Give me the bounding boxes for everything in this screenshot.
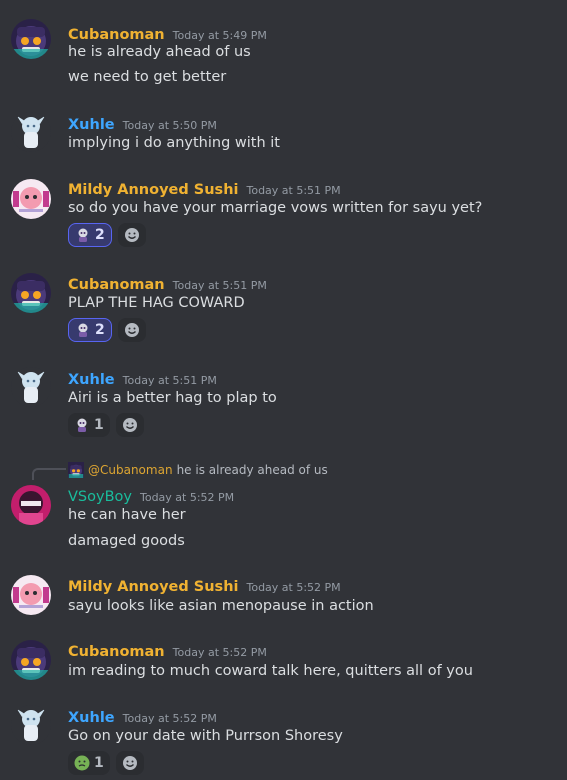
message-text: damaged goods: [68, 533, 185, 549]
username[interactable]: Cubanoman: [68, 277, 165, 293]
reaction-count: 2: [95, 322, 105, 338]
reply-avatar: [68, 462, 84, 478]
reply-spine: [32, 468, 66, 480]
smiley-icon: [122, 756, 137, 770]
message-text: he is already ahead of us: [68, 44, 251, 60]
timestamp: Today at 5:49 PM: [172, 29, 267, 42]
add-reaction-button[interactable]: [117, 223, 146, 247]
user-avatar[interactable]: [11, 705, 51, 745]
timestamp: Today at 5:51 PM: [122, 374, 217, 387]
message-text: sayu looks like asian menopause in actio…: [68, 598, 374, 614]
message-text: PLAP THE HAG COWARD: [68, 295, 245, 311]
user-avatar[interactable]: [11, 273, 51, 313]
username[interactable]: Mildy Annoyed Sushi: [68, 182, 238, 198]
timestamp: Today at 5:51 PM: [246, 184, 341, 197]
sayu-emoji-icon: [74, 417, 90, 433]
reply-mention[interactable]: @Cubanoman: [88, 463, 173, 477]
reactions: 2: [68, 223, 146, 247]
username[interactable]: Xuhle: [68, 710, 115, 726]
reply-preview[interactable]: @Cubanoman he is already ahead of us: [68, 462, 328, 478]
message-text: Go on your date with Purrson Shoresy: [68, 728, 343, 744]
message-header: Xuhle Today at 5:52 PM: [68, 707, 217, 726]
reaction-sayu[interactable]: 2: [68, 223, 112, 247]
reply-text: he is already ahead of us: [176, 463, 328, 477]
username[interactable]: Cubanoman: [68, 644, 165, 660]
message-text: he can have her: [68, 507, 186, 523]
message-header: VSoyBoy Today at 5:52 PM: [68, 486, 234, 505]
add-reaction-button[interactable]: [115, 751, 144, 775]
message-text: implying i do anything with it: [68, 135, 280, 151]
message-header: Xuhle Today at 5:50 PM: [68, 114, 217, 133]
message-header: Xuhle Today at 5:51 PM: [68, 369, 217, 388]
message-header: Cubanoman Today at 5:52 PM: [68, 641, 267, 660]
user-avatar[interactable]: [11, 112, 51, 152]
sayu-emoji-icon: [75, 322, 91, 338]
reaction-count: 2: [95, 227, 105, 243]
timestamp: Today at 5:52 PM: [172, 646, 267, 659]
message-text: im reading to much coward talk here, qui…: [68, 663, 473, 679]
message-text: Airi is a better hag to plap to: [68, 390, 277, 406]
timestamp: Today at 5:52 PM: [246, 581, 341, 594]
reaction-sayu[interactable]: 1: [68, 413, 110, 437]
user-avatar[interactable]: [11, 575, 51, 615]
user-avatar[interactable]: [11, 640, 51, 680]
reaction-nauseated[interactable]: 1: [68, 751, 110, 775]
timestamp: Today at 5:51 PM: [172, 279, 267, 292]
user-avatar[interactable]: [11, 367, 51, 407]
smiley-icon: [122, 418, 137, 432]
message-header: Cubanoman Today at 5:49 PM: [68, 24, 267, 43]
reactions: 2: [68, 318, 146, 342]
username[interactable]: Mildy Annoyed Sushi: [68, 579, 238, 595]
timestamp: Today at 5:52 PM: [139, 491, 235, 504]
smiley-icon: [124, 323, 139, 337]
message-header: Mildy Annoyed Sushi Today at 5:52 PM: [68, 576, 341, 595]
message-header: Cubanoman Today at 5:51 PM: [68, 274, 267, 293]
username[interactable]: Xuhle: [68, 372, 115, 388]
user-avatar[interactable]: [11, 485, 51, 525]
reactions: 1: [68, 751, 144, 775]
username[interactable]: Cubanoman: [68, 27, 165, 43]
user-avatar[interactable]: [11, 19, 51, 59]
timestamp: Today at 5:50 PM: [122, 119, 217, 132]
timestamp: Today at 5:52 PM: [122, 712, 217, 725]
sayu-emoji-icon: [75, 227, 91, 243]
reaction-sayu[interactable]: 2: [68, 318, 112, 342]
reaction-count: 1: [94, 417, 104, 433]
message-text: so do you have your marriage vows writte…: [68, 200, 483, 216]
username[interactable]: VSoyBoy: [68, 489, 132, 505]
message-header: Mildy Annoyed Sushi Today at 5:51 PM: [68, 179, 341, 198]
username[interactable]: Xuhle: [68, 117, 115, 133]
add-reaction-button[interactable]: [117, 318, 146, 342]
user-avatar[interactable]: [11, 179, 51, 219]
nauseated-face-icon: [74, 755, 90, 771]
add-reaction-button[interactable]: [115, 413, 144, 437]
smiley-icon: [124, 228, 139, 242]
reaction-count: 1: [94, 755, 104, 771]
message-text: we need to get better: [68, 69, 227, 85]
reactions: 1: [68, 413, 144, 437]
